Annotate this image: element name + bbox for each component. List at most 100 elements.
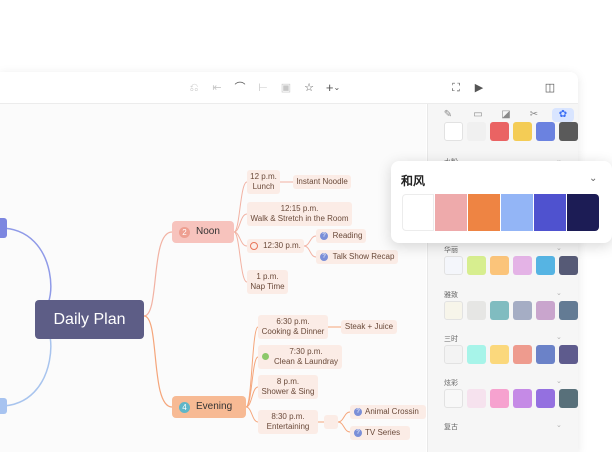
color-swatch[interactable] [536, 389, 555, 408]
add-button[interactable]: + ⌄ [322, 80, 344, 96]
chevron-down-icon[interactable]: ⌄ [556, 244, 562, 252]
noon-label: Noon [196, 226, 220, 237]
topic-icon[interactable]: ▣ [278, 80, 294, 96]
color-swatch[interactable] [490, 256, 509, 275]
evening-item-clean[interactable]: 7:30 p.m. Clean & Laundray [258, 345, 342, 369]
chevron-down-icon[interactable]: ⌄ [556, 377, 562, 385]
add-icon: + [325, 80, 334, 95]
color-swatch[interactable] [559, 301, 578, 320]
color-swatch[interactable] [490, 389, 509, 408]
color-swatch[interactable] [559, 122, 578, 141]
noon-item-walk-label: Walk & Stretch in the Room [250, 214, 349, 223]
branch-icon[interactable]: ⊢ [255, 80, 271, 96]
left-branch-node-bottom[interactable] [0, 398, 7, 414]
leaf-icon [262, 353, 269, 360]
color-swatch[interactable] [513, 122, 532, 141]
number-badge: 4 [179, 402, 190, 413]
color-swatch[interactable] [467, 389, 486, 408]
root-topic[interactable]: Daily Plan [35, 300, 144, 339]
animal-crossing-item[interactable]: ? Animal Crossin [350, 405, 426, 419]
palette-icon[interactable]: ✿ [552, 108, 574, 122]
chevron-down-icon[interactable]: ⌄ [589, 173, 597, 184]
color-swatch[interactable] [513, 389, 532, 408]
star-icon[interactable]: ☆ [301, 80, 317, 96]
noon-item-nap[interactable]: 1 p.m. Nap Time [247, 270, 288, 294]
section-label-sanshi: 三时 [444, 335, 458, 343]
steak-juice-item[interactable]: Steak + Juice [341, 320, 397, 334]
chevron-down-icon[interactable]: ⌄ [556, 421, 562, 429]
color-swatch[interactable] [536, 256, 555, 275]
animal-crossing-label: Animal Crossin [365, 407, 419, 416]
instant-noodle-label: Instant Noodle [296, 177, 348, 186]
evening-item-cooking-time: 6:30 p.m. [276, 317, 310, 326]
theme-popup: 和风 ⌄ [391, 161, 612, 243]
noon-item-nap-label: Nap Time [250, 282, 285, 291]
color-swatch[interactable] [559, 389, 578, 408]
app-window: ⎌ ⇤ ⌒ ⊢ ▣ ☆ + ⌄ ⛶ ▶ ◫ Daily Plan 2 Noon … [0, 72, 578, 452]
color-swatch[interactable] [559, 256, 578, 275]
reading-label: Reading [332, 231, 363, 240]
evening-item-shower-label: Shower & Sing [261, 387, 315, 396]
evening-item-cooking[interactable]: 6:30 p.m. Cooking & Dinner [258, 315, 328, 339]
evening-branch[interactable]: 4 Evening [172, 396, 246, 418]
color-swatch[interactable] [467, 301, 486, 320]
color-swatch[interactable] [536, 301, 555, 320]
evening-item-clean-label: Clean & Laundray [273, 357, 339, 366]
theme-color-swatch [435, 194, 467, 231]
question-icon: ? [320, 253, 328, 261]
color-swatch[interactable] [513, 345, 532, 364]
evening-item-shower-time: 8 p.m. [276, 377, 300, 386]
sticker-icon[interactable]: ◪ [498, 108, 514, 122]
noon-item-lunch[interactable]: 12 p.m. Lunch [247, 170, 280, 194]
redo-icon[interactable]: ⇤ [209, 80, 225, 96]
question-icon: ? [354, 408, 362, 416]
color-swatch[interactable] [513, 256, 532, 275]
theme-color-swatch [501, 194, 533, 231]
color-swatch[interactable] [444, 122, 463, 141]
reading-item[interactable]: ? Reading [316, 229, 366, 243]
chevron-down-icon[interactable]: ⌄ [556, 289, 562, 297]
color-swatch[interactable] [490, 345, 509, 364]
fullscreen-icon[interactable]: ⛶ [448, 80, 464, 96]
curve-icon[interactable]: ⌒ [232, 80, 248, 96]
chevron-down-icon[interactable]: ⌄ [556, 333, 562, 341]
color-swatch[interactable] [559, 345, 578, 364]
talk-show-item[interactable]: ? Talk Show Recap [316, 250, 398, 264]
noon-item-1230[interactable]: 12:30 p.m. [247, 239, 304, 253]
evening-item-clean-time: 7:30 p.m. [289, 347, 323, 356]
color-swatch[interactable] [444, 389, 463, 408]
color-swatch[interactable] [444, 345, 463, 364]
color-swatch[interactable] [444, 301, 463, 320]
instant-noodle-item[interactable]: Instant Noodle [293, 175, 351, 189]
left-branch-node-top[interactable] [0, 218, 7, 238]
mindmap-canvas[interactable]: Daily Plan 2 Noon 12 p.m. Lunch Instant N… [0, 104, 426, 452]
scissors-icon[interactable]: ✂ [526, 108, 542, 122]
color-swatch[interactable] [536, 122, 555, 141]
number-badge: 2 [179, 227, 190, 238]
undo-icon[interactable]: ⎌ [186, 80, 202, 96]
color-swatch[interactable] [444, 256, 463, 275]
section-label-yazhi: 雅致 [444, 291, 458, 299]
evening-item-entertaining[interactable]: 8:30 p.m. Entertaining [258, 410, 318, 434]
alarm-icon [250, 242, 258, 250]
panel-toggle-icon[interactable]: ◫ [542, 80, 558, 96]
noon-item-walk[interactable]: 12:15 p.m. Walk & Stretch in the Room [247, 202, 352, 226]
color-swatch[interactable] [467, 256, 486, 275]
color-swatch[interactable] [513, 301, 532, 320]
evening-item-shower[interactable]: 8 p.m. Shower & Sing [258, 375, 318, 399]
brush-icon[interactable]: ✎ [440, 108, 456, 122]
talk-show-label: Talk Show Recap [332, 252, 395, 261]
image-icon[interactable]: ▭ [470, 108, 486, 122]
play-icon[interactable]: ▶ [471, 80, 487, 96]
question-icon: ? [320, 232, 328, 240]
tv-series-item[interactable]: ? TV Series [350, 426, 410, 440]
evening-item-entertaining-label: Entertaining [266, 422, 310, 431]
color-swatch[interactable] [490, 122, 509, 141]
color-swatch[interactable] [467, 345, 486, 364]
color-swatch[interactable] [536, 345, 555, 364]
collapsed-node[interactable] [324, 415, 338, 429]
color-swatch[interactable] [467, 122, 486, 141]
color-swatch[interactable] [490, 301, 509, 320]
theme-color-swatch [402, 194, 434, 231]
noon-branch[interactable]: 2 Noon [172, 221, 234, 243]
